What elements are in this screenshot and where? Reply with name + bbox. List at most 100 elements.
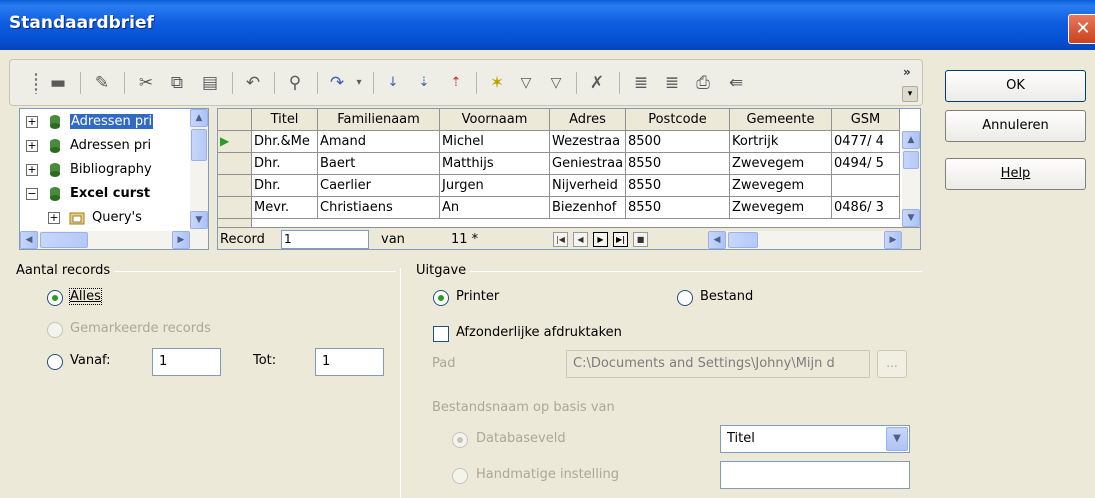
scroll-down-icon[interactable]: ▼ xyxy=(190,211,208,229)
table-cell[interactable]: 8550 xyxy=(626,153,730,175)
marked-records-radio[interactable] xyxy=(47,322,63,338)
next-record-icon[interactable]: ▶ xyxy=(593,232,608,247)
from-input[interactable]: 1 xyxy=(152,348,221,376)
scroll-right-icon[interactable]: ▶ xyxy=(172,231,190,249)
tree-horizontal-scrollbar[interactable]: ◀ ▶ xyxy=(20,231,208,249)
toolbar-grip[interactable] xyxy=(34,72,38,94)
column-header[interactable]: GSM xyxy=(832,109,900,131)
expand-icon[interactable]: + xyxy=(26,116,38,128)
table-cell[interactable]: Michel xyxy=(440,131,550,153)
column-header[interactable]: Adres xyxy=(550,109,626,131)
expand-icon[interactable]: + xyxy=(26,140,38,152)
table-cell[interactable]: 0486/ 3 xyxy=(832,197,900,219)
grid-vertical-scrollbar[interactable]: ▲ ▼ xyxy=(902,131,920,227)
tree-item[interactable]: + Adressen pri xyxy=(22,110,192,134)
data-to-fields-icon[interactable]: ≣ xyxy=(660,71,684,95)
scroll-left-icon[interactable]: ◀ xyxy=(708,231,726,249)
mail-merge-icon[interactable]: ⎙ xyxy=(691,71,715,95)
grid-horizontal-scrollbar[interactable]: ◀ ▶ xyxy=(708,231,902,249)
table-cell[interactable]: 0494/ 5 xyxy=(832,153,900,175)
toolbar-more-icon[interactable]: » xyxy=(903,65,911,79)
help-button[interactable]: Help xyxy=(945,158,1086,190)
table-cell[interactable]: Mevr. xyxy=(252,197,318,219)
to-input[interactable]: 1 xyxy=(315,348,384,376)
row-selector[interactable]: ▶ xyxy=(218,131,252,153)
column-header[interactable]: Postcode xyxy=(626,109,730,131)
table-cell[interactable]: Zwevegem xyxy=(730,153,832,175)
filter-icon[interactable]: ▽ xyxy=(544,71,568,95)
table-cell[interactable]: Zwevegem xyxy=(730,175,832,197)
table-cell[interactable]: Zwevegem xyxy=(730,197,832,219)
close-button[interactable]: ✕ xyxy=(1068,14,1095,44)
table-cell[interactable]: An xyxy=(440,197,550,219)
database-field-radio[interactable] xyxy=(452,432,468,448)
expand-icon[interactable]: + xyxy=(26,164,38,176)
table-cell[interactable] xyxy=(832,175,900,197)
redo-icon[interactable]: ↷ xyxy=(325,71,349,95)
table-cell[interactable]: 8550 xyxy=(626,175,730,197)
expand-icon[interactable]: + xyxy=(48,212,60,224)
scroll-thumb[interactable] xyxy=(40,232,88,248)
scroll-thumb[interactable] xyxy=(728,232,758,248)
tree-item[interactable]: − Excel curst xyxy=(22,182,192,206)
all-radio[interactable] xyxy=(47,290,63,306)
data-source-icon[interactable]: ⇚ xyxy=(724,71,748,95)
table-cell[interactable]: Baert xyxy=(318,153,440,175)
table-cell[interactable]: Christiaens xyxy=(318,197,440,219)
ok-button[interactable]: OK xyxy=(945,70,1086,102)
sort-az-icon[interactable]: ⇣ xyxy=(412,71,436,95)
table-cell[interactable]: Amand xyxy=(318,131,440,153)
save-icon[interactable]: ▬ xyxy=(46,71,70,95)
previous-record-icon[interactable]: ◀ xyxy=(573,232,588,247)
column-header[interactable]: Voornaam xyxy=(440,109,550,131)
tree-vertical-scrollbar[interactable]: ▲ ▼ xyxy=(190,109,208,231)
record-number-input[interactable]: 1 xyxy=(281,230,369,249)
tree-item[interactable]: + Query's xyxy=(44,206,208,230)
table-cell[interactable]: Dhr. xyxy=(252,153,318,175)
table-cell[interactable]: Jurgen xyxy=(440,175,550,197)
path-input[interactable]: C:\Documents and Settings\Johny\Mijn d xyxy=(566,350,870,378)
scroll-up-icon[interactable]: ▲ xyxy=(190,109,208,127)
scroll-thumb[interactable] xyxy=(903,151,919,169)
manual-setting-radio[interactable] xyxy=(452,468,468,484)
row-selector[interactable] xyxy=(218,175,252,197)
manual-setting-input[interactable] xyxy=(720,461,910,489)
scroll-right-icon[interactable]: ▶ xyxy=(884,231,902,249)
scroll-left-icon[interactable]: ◀ xyxy=(20,231,38,249)
table-cell[interactable]: Dhr.&Me xyxy=(252,131,318,153)
last-record-icon[interactable]: ▶| xyxy=(613,232,628,247)
data-to-text-icon[interactable]: ≣ xyxy=(629,71,653,95)
tree-item[interactable]: + Adressen pri xyxy=(22,134,192,158)
collapse-icon[interactable]: − xyxy=(26,188,38,200)
all-label[interactable]: Alles xyxy=(69,288,102,305)
scroll-thumb[interactable] xyxy=(191,129,207,161)
toolbar-dropdown-icon[interactable]: ▾ xyxy=(902,86,918,102)
column-header[interactable]: Familienaam xyxy=(318,109,440,131)
edit-icon[interactable]: ✎ xyxy=(90,71,114,95)
chevron-down-icon[interactable]: ▼ xyxy=(886,427,908,451)
table-cell[interactable]: Caerlier xyxy=(318,175,440,197)
redo-dropdown-icon[interactable]: ▾ xyxy=(347,71,371,95)
table-cell[interactable]: Matthijs xyxy=(440,153,550,175)
sort-ascending-icon[interactable]: ↓ xyxy=(381,71,405,95)
new-record-icon[interactable]: ■ xyxy=(633,232,648,247)
table-cell[interactable]: 8500 xyxy=(626,131,730,153)
row-selector[interactable] xyxy=(218,197,252,219)
cancel-button[interactable]: Annuleren xyxy=(945,110,1086,142)
first-record-icon[interactable]: |◀ xyxy=(553,232,568,247)
table-cell[interactable]: Biezenhof xyxy=(550,197,626,219)
row-selector[interactable] xyxy=(218,153,252,175)
table-cell[interactable]: Kortrijk xyxy=(730,131,832,153)
standard-filter-icon[interactable]: ▽ xyxy=(514,71,538,95)
table-cell[interactable]: Wezestraa xyxy=(550,131,626,153)
paste-icon[interactable]: ▤ xyxy=(198,71,222,95)
database-field-select[interactable]: Titel ▼ xyxy=(720,425,910,453)
remove-filter-icon[interactable]: ✗ xyxy=(585,71,609,95)
cut-icon[interactable]: ✂ xyxy=(134,71,158,95)
title-bar[interactable]: Standaardbrief ✕ xyxy=(0,0,1095,50)
scroll-up-icon[interactable]: ▲ xyxy=(902,131,920,149)
separate-jobs-checkbox[interactable] xyxy=(433,326,449,342)
table-cell[interactable]: Geniestraa xyxy=(550,153,626,175)
undo-icon[interactable]: ↶ xyxy=(241,71,265,95)
table-cell[interactable]: Dhr. xyxy=(252,175,318,197)
